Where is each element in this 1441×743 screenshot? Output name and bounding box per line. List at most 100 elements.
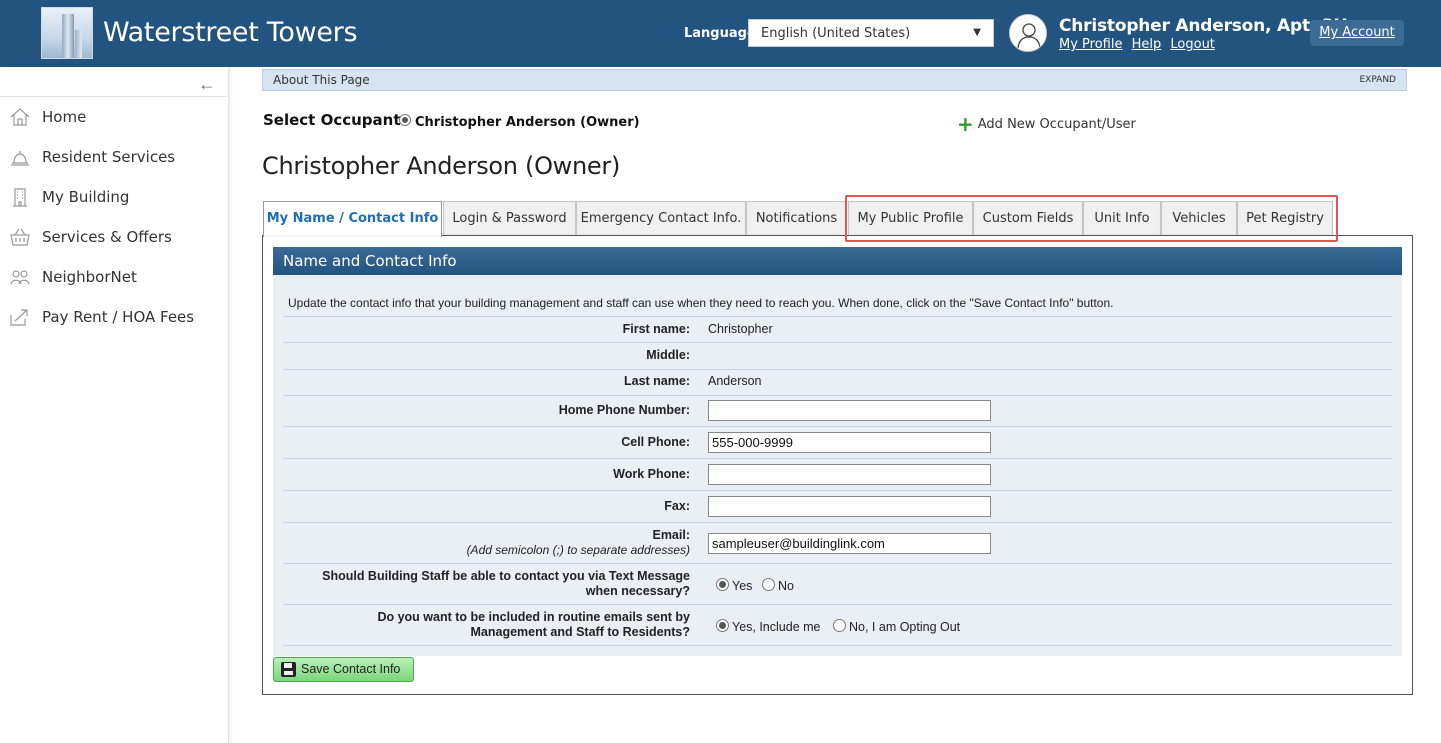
logout-link[interactable]: Logout: [1170, 37, 1215, 52]
expand-link[interactable]: EXPAND: [1359, 75, 1396, 85]
people-icon: [10, 270, 30, 285]
work-phone-input[interactable]: [708, 464, 991, 485]
app-title: Waterstreet Towers: [103, 17, 358, 48]
about-this-page-bar[interactable]: About This Page EXPAND: [262, 69, 1407, 91]
tab-emergency-contact[interactable]: Emergency Contact Info.: [576, 201, 746, 236]
home-phone-input[interactable]: [708, 400, 991, 421]
middle-label: Middle:: [646, 348, 690, 362]
save-button-label: Save Contact Info: [301, 662, 401, 676]
tab-custom-fields[interactable]: Custom Fields: [973, 201, 1083, 236]
row-divider: [283, 316, 1392, 317]
sidebar: ← Home Resident Services My Building Ser…: [0, 67, 229, 743]
row-divider: [283, 563, 1392, 564]
sidebar-item-label: Home: [42, 108, 87, 126]
sidebar-item-label: NeighborNet: [42, 268, 137, 286]
tab-vehicles[interactable]: Vehicles: [1161, 201, 1237, 236]
text-no-label: No: [778, 579, 794, 593]
text-yes-label: Yes: [732, 579, 753, 593]
email-include-label: Yes, Include me: [732, 620, 821, 634]
save-disk-icon: [281, 662, 296, 677]
email-label-group: Email: (Add semicolon (;) to separate ad…: [467, 528, 690, 558]
logo-tower-small: [75, 30, 82, 58]
user-links: My Profile Help Logout: [1059, 37, 1220, 52]
tab-unit-info[interactable]: Unit Info: [1083, 201, 1161, 236]
last-name-label: Last name:: [624, 374, 690, 388]
plus-icon: +: [957, 112, 974, 136]
row-divider: [283, 458, 1392, 459]
basket-icon: [10, 228, 30, 246]
last-name-value: Anderson: [708, 374, 762, 388]
sidebar-item-neighbornet[interactable]: NeighborNet: [0, 257, 229, 297]
sidebar-item-label: Pay Rent / HOA Fees: [42, 308, 195, 326]
email-input[interactable]: [708, 533, 991, 554]
row-divider: [283, 395, 1392, 396]
routine-email-question: Do you want to be included in routine em…: [377, 610, 690, 640]
tab-login-password[interactable]: Login & Password: [443, 201, 576, 236]
payment-icon: [10, 309, 28, 326]
intro-text: Update the contact info that your buildi…: [288, 296, 1114, 310]
bell-icon: [11, 151, 29, 166]
building-logo[interactable]: [41, 7, 93, 59]
sidebar-item-label: Resident Services: [42, 148, 176, 166]
home-icon: [10, 108, 30, 126]
tab-my-public-profile[interactable]: My Public Profile: [848, 201, 973, 236]
building-icon: [13, 188, 27, 207]
caret-down-icon: ▼: [973, 27, 981, 38]
cell-phone-input[interactable]: [708, 432, 991, 453]
fax-input[interactable]: [708, 496, 991, 517]
sidebar-item-my-building[interactable]: My Building: [0, 177, 229, 217]
user-name: Christopher Anderson, Apt. 3H: [1059, 16, 1348, 36]
sidebar-item-label: My Building: [42, 188, 130, 206]
sidebar-item-services-offers[interactable]: Services & Offers: [0, 217, 229, 257]
tab-pet-registry[interactable]: Pet Registry: [1237, 201, 1333, 236]
add-occupant-label: Add New Occupant/User: [977, 117, 1136, 132]
first-name-label: First name:: [622, 322, 690, 336]
sidebar-item-resident-services[interactable]: Resident Services: [0, 137, 229, 177]
email-question-line1: Do you want to be included in routine em…: [377, 610, 690, 624]
cell-phone-label: Cell Phone:: [621, 435, 690, 449]
save-contact-button[interactable]: Save Contact Info: [273, 657, 414, 682]
select-occupant-label: Select Occupant:: [263, 111, 407, 129]
top-header: Waterstreet Towers Language: English (Un…: [0, 0, 1441, 67]
tab-notifications[interactable]: Notifications: [746, 201, 847, 236]
my-account-button[interactable]: My Account: [1310, 20, 1404, 46]
email-label: Email:: [652, 528, 690, 542]
email-include-radio[interactable]: [716, 619, 729, 632]
email-optout-label: No, I am Opting Out: [849, 620, 961, 634]
panel-header: Name and Contact Info: [273, 247, 1402, 275]
fax-label: Fax:: [664, 499, 690, 513]
page-title: Christopher Anderson (Owner): [262, 152, 621, 180]
occupant-radio[interactable]: [399, 114, 411, 126]
help-link[interactable]: Help: [1132, 37, 1162, 52]
row-divider: [283, 645, 1392, 646]
collapse-arrow-icon[interactable]: ←: [198, 74, 216, 95]
row-divider: [283, 604, 1392, 605]
my-profile-link[interactable]: My Profile: [1059, 37, 1122, 52]
email-optout-radio[interactable]: [833, 619, 846, 632]
sidebar-item-label: Services & Offers: [42, 228, 172, 246]
home-phone-label: Home Phone Number:: [558, 403, 690, 417]
email-question-line2: Management and Staff to Residents?: [470, 625, 690, 639]
language-select[interactable]: English (United States) ▼: [748, 19, 994, 47]
text-question-line2: when necessary?: [585, 584, 690, 598]
row-divider: [283, 426, 1392, 427]
avatar[interactable]: [1009, 14, 1047, 52]
language-value: English (United States): [761, 26, 911, 41]
row-divider: [283, 490, 1392, 491]
first-name-value: Christopher: [708, 322, 773, 336]
user-silhouette-icon: [1017, 23, 1041, 49]
text-question-line1: Should Building Staff be able to contact…: [322, 569, 690, 583]
text-message-question: Should Building Staff be able to contact…: [322, 569, 690, 599]
sidebar-item-pay-rent[interactable]: Pay Rent / HOA Fees: [0, 297, 229, 337]
add-occupant-link[interactable]: + Add New Occupant/User: [957, 112, 1136, 136]
text-yes-radio[interactable]: [716, 578, 729, 591]
work-phone-label: Work Phone:: [613, 467, 690, 481]
sidebar-item-home[interactable]: Home: [0, 97, 229, 137]
email-hint: (Add semicolon (;) to separate addresses…: [466, 543, 690, 557]
row-divider: [283, 342, 1392, 343]
row-divider: [283, 369, 1392, 370]
text-no-radio[interactable]: [762, 578, 775, 591]
tab-my-name-contact[interactable]: My Name / Contact Info: [263, 201, 442, 237]
logo-tower: [62, 14, 74, 58]
occupant-name: Christopher Anderson (Owner): [415, 115, 640, 130]
